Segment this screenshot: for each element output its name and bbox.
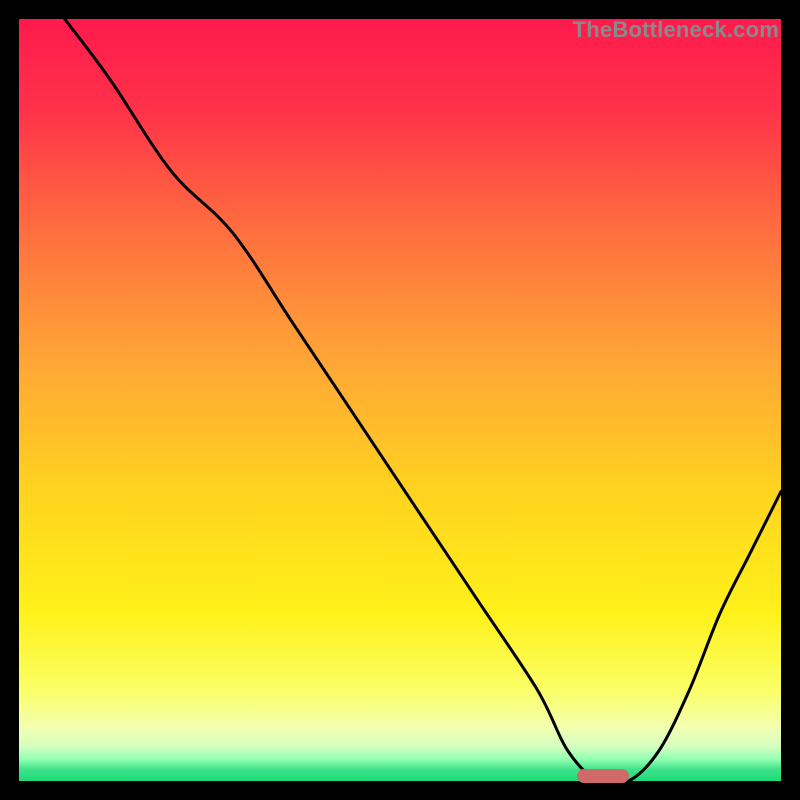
optimal-marker bbox=[577, 769, 629, 783]
watermark-text: TheBottleneck.com bbox=[573, 17, 779, 43]
chart-frame: TheBottleneck.com bbox=[19, 19, 781, 781]
gradient-background bbox=[19, 19, 781, 781]
plot-area bbox=[19, 19, 781, 781]
